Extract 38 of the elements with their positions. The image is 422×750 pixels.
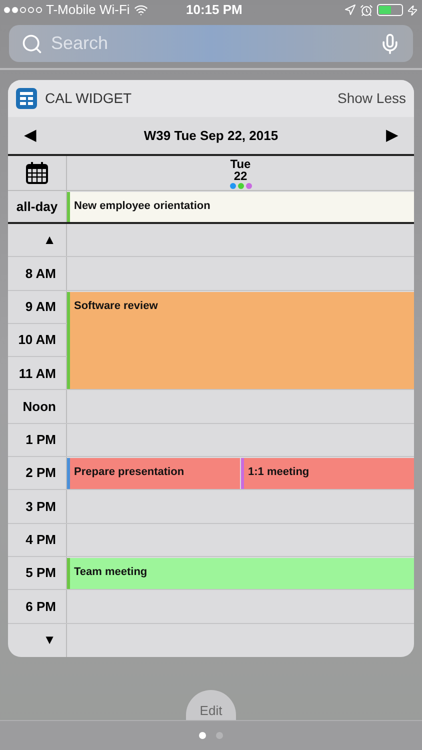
show-less-button[interactable]: Show Less	[338, 88, 406, 109]
location-icon	[344, 4, 356, 16]
event-title: Prepare presentation	[74, 466, 184, 478]
date-title: W39 Tue Sep 22, 2015	[144, 126, 278, 145]
search-bar[interactable]: Search	[9, 25, 413, 62]
time-label: 3 PM	[8, 490, 67, 523]
event-title: Software review	[74, 300, 158, 312]
event-block[interactable]: New employee orientation	[67, 192, 414, 222]
time-label[interactable]: ▼	[8, 624, 67, 657]
widget-title: CAL WIDGET	[45, 89, 132, 108]
time-label: 4 PM	[8, 524, 67, 556]
event-block[interactable]: Team meeting	[67, 558, 414, 590]
time-label: 1 PM	[8, 424, 67, 456]
event-block[interactable]: Prepare presentation	[67, 458, 240, 490]
carrier-name: T-Mobile Wi-Fi	[46, 1, 130, 20]
event-title: 1:1 meeting	[248, 466, 310, 478]
calendar-icon[interactable]	[26, 162, 48, 184]
charging-icon	[407, 4, 418, 16]
event-block[interactable]: Software review	[67, 292, 414, 323]
search-icon	[21, 32, 43, 54]
wifi-icon	[134, 3, 148, 17]
battery-icon	[377, 4, 403, 16]
day-number: 22	[234, 170, 248, 182]
time-label: Noon	[8, 390, 67, 423]
clock-time: 10:15 PM	[186, 1, 242, 20]
event-title: Team meeting	[74, 566, 148, 578]
signal-icon	[4, 7, 42, 13]
app-icon	[16, 88, 37, 109]
time-label[interactable]: ▲	[8, 224, 67, 256]
next-button[interactable]: ▶	[386, 124, 398, 148]
alarm-icon	[360, 4, 373, 16]
weekday-label: Tue	[230, 158, 251, 170]
time-label: 8 AM	[8, 257, 67, 290]
event-block[interactable]: 1:1 meeting	[241, 458, 414, 490]
event-title: New employee orientation	[74, 200, 210, 212]
previous-button[interactable]: ◀	[24, 124, 36, 148]
time-label: 6 PM	[8, 590, 67, 623]
search-field[interactable]: Search	[51, 30, 371, 57]
